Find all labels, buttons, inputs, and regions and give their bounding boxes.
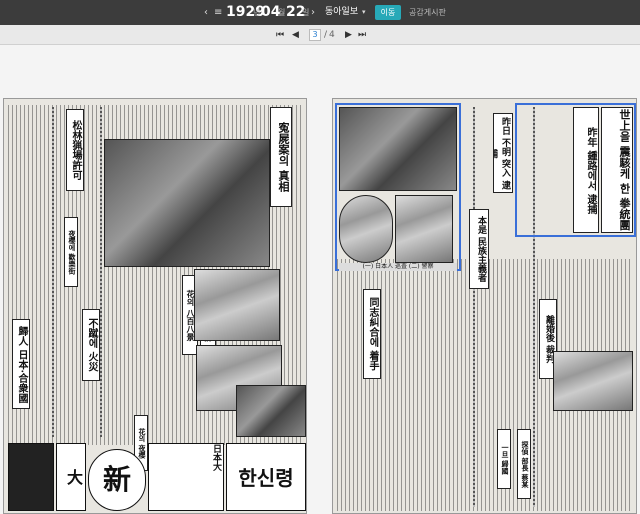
article-headline[interactable]: 歸人 日本·合衆國 — [12, 319, 30, 409]
column-rule — [473, 107, 475, 507]
viewer-margin — [0, 46, 640, 96]
prev-page-icon[interactable]: ◀ — [292, 25, 299, 45]
article-headline[interactable]: 松林猟場許可 — [66, 109, 84, 191]
newspaper-page-right[interactable]: (一) 日本人 巡査 (二) 警察 世上을 震駭케 한 拳統團 昨年 鍾路에서 … — [332, 98, 637, 514]
portrait-photo[interactable] — [339, 195, 393, 263]
column-rule — [52, 107, 54, 437]
first-page-icon[interactable]: ⏮ — [276, 25, 284, 45]
article-headline[interactable]: 寃屍案의 真相 — [270, 107, 292, 207]
menu-icon[interactable]: ≡ — [214, 0, 222, 25]
advertisement[interactable]: 日本大 — [148, 443, 224, 511]
photo-caption: (一) 日本人 巡査 (二) 警察 — [339, 263, 457, 271]
article-headline[interactable]: 同志糾合에 着手 — [363, 289, 381, 379]
page-navigation-bar: ⏮ ◀ 3 / 4 ▶ ⏭ — [0, 25, 640, 45]
article-headline[interactable]: 世上을 震駭케 한 拳統團 — [601, 107, 633, 233]
article-headline[interactable]: 昨年 鍾路에서 逮捕 — [573, 107, 599, 233]
page-total: 4 — [329, 30, 335, 40]
day-unit-label: 일 — [302, 8, 310, 17]
article-headline[interactable]: 探偵 部長 蔡某 — [517, 429, 531, 499]
page-number-input[interactable]: 3 — [309, 29, 321, 41]
advertisement[interactable] — [8, 443, 54, 511]
article-headline[interactable]: 一旦 歸國 — [497, 429, 511, 489]
column-rule — [100, 107, 102, 437]
news-photo[interactable] — [194, 269, 280, 341]
page-separator: / — [324, 30, 328, 40]
advertisement[interactable]: 大 — [56, 443, 86, 511]
date-navigation-toolbar: ‹ ≡ 1929 년 04 월 22 일 › 동아일보 ▾ 이동 공감게시판 — [0, 0, 640, 25]
portrait-photo[interactable] — [395, 195, 453, 263]
article-headline[interactable]: 本是 民族主義者 — [469, 209, 489, 289]
advertisement[interactable]: 新 — [88, 449, 146, 511]
article-headline[interactable]: 夜櫻에 歡樂街 — [64, 217, 78, 287]
newspaper-select[interactable]: 동아일보 — [325, 0, 358, 25]
news-photo[interactable] — [553, 351, 633, 411]
newspaper-page-left[interactable]: 寃屍案의 真相 松林猟場許可 夜櫻·人波·大醉 花의 八百八景 歸人 日本·合衆… — [3, 98, 307, 514]
article-headline[interactable]: 昨日 不明 突入 逮捕 — [493, 113, 513, 193]
go-button[interactable]: 이동 — [375, 5, 401, 20]
last-page-icon[interactable]: ⏭ — [358, 25, 366, 45]
article-headline[interactable]: 不蹴에 火災 — [82, 309, 100, 381]
month-unit-label: 월 — [278, 8, 286, 17]
notice-board-link[interactable]: 공감게시판 — [409, 0, 446, 25]
chevron-down-icon[interactable]: ▾ — [362, 0, 366, 25]
next-page-icon[interactable]: ▶ — [345, 25, 352, 45]
news-photo[interactable] — [236, 385, 306, 437]
prev-date-arrow[interactable]: ‹ — [204, 0, 208, 25]
advertisement[interactable]: 한신령 — [226, 443, 306, 511]
year-unit-label: 년 — [253, 8, 261, 17]
next-date-arrow[interactable]: › — [311, 0, 315, 25]
news-photo[interactable] — [104, 139, 270, 267]
news-photo[interactable] — [339, 107, 457, 191]
